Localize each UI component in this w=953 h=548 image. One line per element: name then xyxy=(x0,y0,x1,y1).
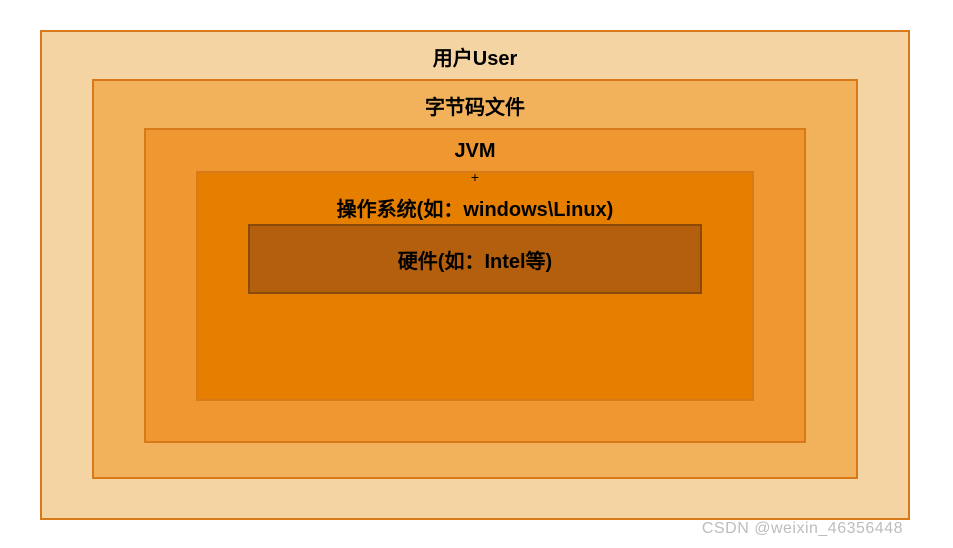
layer-jvm: JVM + 操作系统(如：windows\Linux) 硬件(如：Intel等) xyxy=(144,128,806,443)
layer-os: + 操作系统(如：windows\Linux) 硬件(如：Intel等) xyxy=(196,171,754,401)
label-hardware: 硬件(如：Intel等) xyxy=(398,245,552,274)
label-bytecode: 字节码文件 xyxy=(94,81,856,128)
plus-symbol: + xyxy=(198,173,752,181)
layer-hardware: 硬件(如：Intel等) xyxy=(248,224,702,294)
label-os: 操作系统(如：windows\Linux) xyxy=(198,181,752,224)
label-jvm: JVM xyxy=(146,130,804,171)
watermark-text: CSDN @weixin_46356448 xyxy=(702,520,903,538)
layer-bytecode: 字节码文件 JVM + 操作系统(如：windows\Linux) 硬件(如：I… xyxy=(92,79,858,479)
label-user: 用户User xyxy=(42,32,908,79)
layer-user: 用户User 字节码文件 JVM + 操作系统(如：windows\Linux)… xyxy=(40,30,910,520)
